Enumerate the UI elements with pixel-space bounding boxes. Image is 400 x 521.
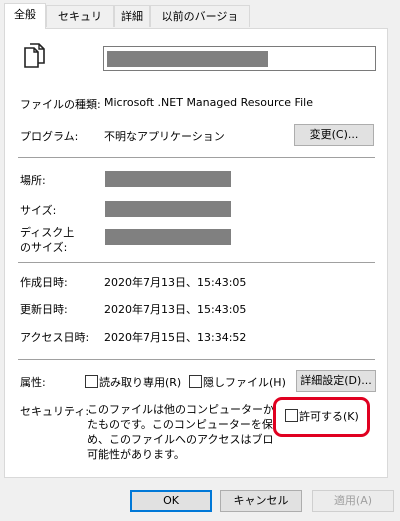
advanced-attributes-button[interactable]: 詳細設定(D)... (296, 370, 376, 392)
attributes-label: 属性: (20, 376, 46, 389)
disk-size-label: ディスク上 のサイズ: (20, 226, 75, 254)
modified-label: 更新日時: (20, 303, 68, 316)
created-value: 2020年7月13日、15:43:05 (104, 276, 247, 289)
security-label: セキュリティ: (20, 405, 90, 418)
readonly-checkbox[interactable] (85, 375, 98, 388)
redacted-size (105, 201, 231, 217)
redacted-filename (107, 51, 268, 67)
accessed-value: 2020年7月15日、13:34:52 (104, 331, 247, 344)
ok-button[interactable]: OK (130, 490, 212, 512)
divider (18, 359, 375, 360)
created-label: 作成日時: (20, 276, 68, 289)
security-warning-text: このファイルは他のコンピューターから取得し たものです。このコンピューターを保護… (87, 403, 273, 461)
change-program-button[interactable]: 変更(C)... (294, 124, 374, 146)
file-type-value: Microsoft .NET Managed Resource File (104, 96, 313, 109)
modified-value: 2020年7月13日、15:43:05 (104, 303, 247, 316)
accessed-label: アクセス日時: (20, 331, 90, 344)
filename-field[interactable] (103, 46, 376, 71)
file-documents-icon (24, 43, 46, 69)
cancel-button[interactable]: キャンセル (220, 490, 302, 512)
file-type-label: ファイルの種類: (20, 98, 101, 111)
redacted-location (105, 171, 231, 187)
apply-button[interactable]: 適用(A) (312, 490, 394, 512)
allow-label[interactable]: 許可する(K) (299, 408, 359, 424)
divider (18, 157, 375, 158)
tab-details[interactable]: 詳細 (114, 5, 150, 27)
program-label: プログラム: (20, 130, 79, 143)
hidden-checkbox[interactable] (189, 375, 202, 388)
size-label: サイズ: (20, 204, 57, 217)
tab-previous-versions[interactable]: 以前のバージョン (150, 5, 250, 44)
allow-checkbox[interactable] (285, 409, 298, 422)
location-label: 場所: (20, 174, 46, 187)
tab-general[interactable]: 全般 (4, 3, 46, 29)
tab-security[interactable]: セキュリティ (46, 5, 114, 44)
program-value: 不明なアプリケーション (104, 130, 225, 143)
readonly-label[interactable]: 読み取り専用(R) (99, 374, 181, 390)
redacted-disk-size (105, 229, 231, 245)
divider (18, 262, 375, 263)
hidden-label[interactable]: 隠しファイル(H) (203, 374, 286, 390)
